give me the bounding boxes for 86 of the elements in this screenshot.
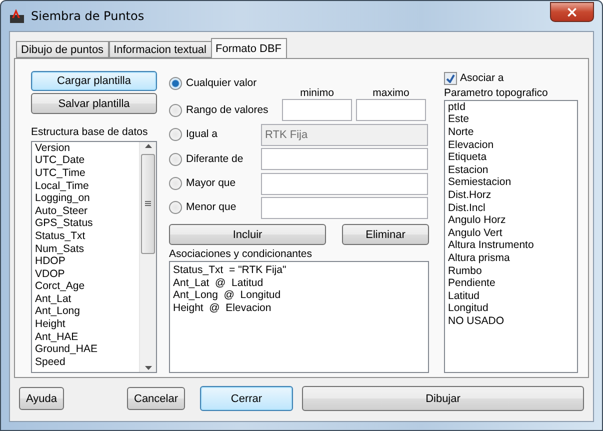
list-item[interactable]: Este bbox=[448, 113, 574, 126]
list-item[interactable]: HDOP bbox=[35, 255, 136, 268]
radio-label: Cualquier valor bbox=[186, 76, 257, 90]
checkbox-label: Asociar a bbox=[460, 72, 504, 86]
tab[interactable]: Dibujo de puntos bbox=[16, 41, 109, 58]
template-button[interactable]: Cargar plantilla bbox=[31, 71, 157, 92]
list-item[interactable]: Auto_Steer bbox=[35, 204, 136, 218]
list-item[interactable]: VDOP bbox=[35, 268, 136, 280]
input-field[interactable] bbox=[261, 148, 428, 170]
grip-icon bbox=[145, 200, 151, 207]
list-item[interactable]: Altura prisma bbox=[448, 252, 574, 265]
associations-list[interactable]: Status_Txt = "RTK Fija" Ant_Lat @ Latitud Ant_Long @ Longitud Height @ Elevacion bbox=[169, 261, 429, 374]
list-item[interactable]: Speed bbox=[35, 356, 136, 368]
list-item[interactable]: NO USADO bbox=[448, 314, 574, 328]
list-item[interactable]: Ant_Lat @ Latitud bbox=[173, 276, 425, 290]
list-item[interactable]: Semiestacion bbox=[448, 176, 574, 190]
list-item[interactable]: Num_Sats bbox=[35, 242, 136, 256]
list-item[interactable]: Ant_HAE bbox=[35, 330, 136, 344]
input-field[interactable] bbox=[356, 99, 426, 121]
list-item[interactable]: Longitud bbox=[448, 302, 574, 315]
list-item[interactable]: Dist.Incl bbox=[448, 202, 574, 214]
footer-button[interactable]: Dibujar bbox=[302, 386, 584, 411]
list-item[interactable]: Etiqueta bbox=[448, 151, 574, 164]
radio-button[interactable] bbox=[169, 128, 182, 142]
list-item[interactable]: Altura Instrumento bbox=[448, 239, 574, 252]
window-title: Siembra de Puntos bbox=[31, 9, 146, 23]
app-icon bbox=[9, 8, 25, 24]
radio-label: Mayor que bbox=[186, 177, 236, 190]
list-item[interactable]: UTC_Date bbox=[35, 154, 136, 167]
list-label: Estructura base de datos bbox=[31, 126, 149, 139]
list-item[interactable]: Local_Time bbox=[35, 180, 136, 192]
list-item[interactable]: Angulo Horz bbox=[448, 214, 574, 227]
field-label: minimo bbox=[300, 87, 334, 99]
radio-label: Rango de valores bbox=[186, 104, 268, 116]
remove-button[interactable]: Eliminar bbox=[342, 224, 429, 246]
list-item[interactable]: Height bbox=[35, 318, 136, 331]
list-item[interactable]: Ant_Long @ Longitud bbox=[173, 289, 425, 302]
tab[interactable]: Formato DBF bbox=[210, 38, 287, 58]
radio-button[interactable] bbox=[169, 152, 182, 166]
list-item[interactable]: Pendiente bbox=[448, 277, 574, 290]
scrollbar[interactable] bbox=[139, 142, 156, 372]
list-item[interactable]: Elevacion bbox=[448, 138, 574, 152]
list-item[interactable]: Estacion bbox=[448, 164, 574, 176]
field-label: maximo bbox=[372, 87, 410, 99]
close-button[interactable]: × bbox=[550, 2, 594, 22]
list-item[interactable]: Dist.Horz bbox=[448, 189, 574, 202]
radio-button[interactable] bbox=[169, 76, 182, 90]
radio-label: Menor que bbox=[186, 201, 236, 214]
footer-button[interactable]: Cancelar bbox=[127, 387, 185, 410]
radio-button[interactable] bbox=[169, 177, 182, 190]
checkmark-icon bbox=[446, 74, 455, 84]
footer-button[interactable]: Ayuda bbox=[19, 387, 64, 410]
input-field[interactable] bbox=[282, 99, 352, 121]
input-field[interactable] bbox=[261, 196, 428, 219]
list-label: Asociaciones y condicionantes bbox=[169, 248, 314, 262]
template-button[interactable]: Salvar plantilla bbox=[31, 93, 157, 114]
include-button[interactable]: Incluir bbox=[169, 224, 326, 246]
list-item[interactable]: Ground_HAE bbox=[35, 343, 136, 356]
list-item[interactable]: Height @ Elevacion bbox=[173, 302, 425, 314]
scroll-down-icon[interactable] bbox=[144, 366, 152, 370]
list-item[interactable]: Logging_on bbox=[35, 192, 136, 205]
radio-label: Diferante de bbox=[186, 152, 244, 166]
list-item[interactable]: Status_Txt bbox=[35, 230, 136, 242]
scroll-up-icon[interactable] bbox=[144, 144, 152, 148]
tab[interactable]: Informacion textual bbox=[108, 41, 212, 58]
field-list[interactable]: Version UTC_Date UTC_Time Local_Time Logging_on Auto_Steer GPS_Status Status_Txt Num_Sats HDOP VDOP Corct_Age Ant_Lat Ant_Long Height Ant_HAE Ground_HAE Speed bbox=[31, 140, 157, 373]
list-item[interactable]: Version bbox=[35, 142, 136, 154]
list-item[interactable]: Latitud bbox=[448, 290, 574, 302]
list-item[interactable]: Norte bbox=[448, 126, 574, 139]
list-item[interactable]: GPS_Status bbox=[35, 217, 136, 230]
list-item[interactable]: Angulo Vert bbox=[448, 226, 574, 240]
radio-button[interactable] bbox=[169, 201, 182, 214]
footer-button[interactable]: Cerrar bbox=[200, 386, 293, 411]
list-item[interactable]: Ant_Long bbox=[35, 305, 136, 318]
list-item[interactable]: Ant_Lat bbox=[35, 292, 136, 306]
checkbox[interactable] bbox=[444, 72, 457, 86]
list-label: Parametro topografico bbox=[444, 86, 549, 100]
parameter-list[interactable]: ptId Este Norte Elevacion Etiqueta Estacion Semiestacion Dist.Horz Dist.Incl Angulo Horz Angulo Vert Altura Instrumento Altura prisma Rumbo Pendiente Latitud Longitud NO USADO bbox=[444, 100, 578, 373]
list-item[interactable]: ptId bbox=[448, 100, 574, 114]
radio-label: Igual a bbox=[186, 128, 218, 142]
list-item[interactable]: Corct_Age bbox=[35, 280, 136, 293]
radio-button[interactable] bbox=[169, 104, 182, 116]
list-item[interactable]: UTC_Time bbox=[35, 166, 136, 180]
list-item[interactable]: Status_Txt = "RTK Fija" bbox=[173, 264, 425, 277]
list-item[interactable]: Rumbo bbox=[448, 264, 574, 278]
input-field[interactable] bbox=[261, 172, 428, 195]
